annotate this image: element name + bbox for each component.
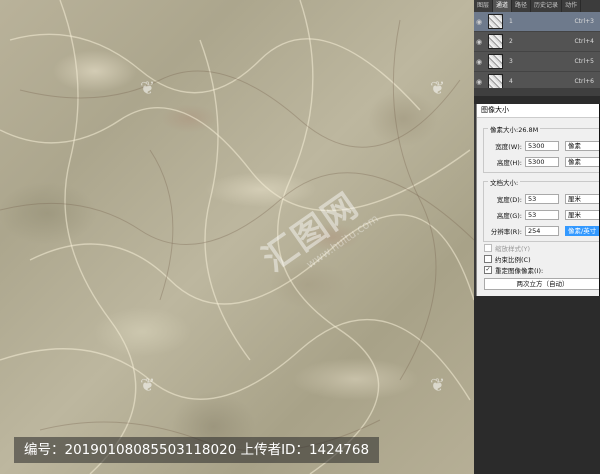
resolution-row: 分辨率(R): 254 像素/英寸 — [484, 226, 600, 236]
tab-layers[interactable]: 图层 — [474, 0, 494, 12]
doc-height-unit-select[interactable]: 厘米 — [565, 210, 600, 220]
document-size-group: 文档大小: 宽度(D): 53 厘米 高度(G): 53 厘米 分辨率(R): … — [483, 177, 600, 242]
pixel-dimensions-group: 像素大小:26.8M 宽度(W): 5300 像素 高度(H): 5300 像素 — [483, 124, 600, 173]
leaf-logo-icon: ❦ — [140, 375, 156, 396]
channel-row[interactable]: ◉ 3 Ctrl+5 — [474, 52, 600, 72]
pixel-height-row: 高度(H): 5300 像素 — [484, 157, 600, 167]
checkbox-box[interactable] — [484, 243, 492, 252]
panel-divider — [474, 96, 600, 104]
leaf-logo-icon: ❦ — [430, 375, 446, 396]
channel-thumbnail — [488, 54, 503, 69]
channel-shortcut: Ctrl+4 — [574, 38, 594, 45]
resample-label: 重定图像像素(I): — [495, 266, 544, 275]
doc-width-unit-select[interactable]: 厘米 — [565, 194, 600, 204]
doc-height-label: 高度(G): — [496, 212, 522, 220]
panel-tabs: 图层 通道 路径 历史记录 动作 — [474, 0, 600, 12]
pixel-width-label: 宽度(W): — [495, 143, 522, 151]
channel-name: 4 — [509, 78, 513, 85]
pixel-height-input[interactable]: 5300 — [525, 157, 559, 167]
channel-shortcut: Ctrl+3 — [574, 18, 594, 25]
channel-name: 3 — [509, 58, 513, 65]
image-id-caption: 编号：20190108085503118020 上传者ID：1424768 — [14, 437, 380, 463]
channel-name: 1 — [509, 18, 513, 25]
resample-checkbox[interactable]: ✓ 重定图像像素(I): — [484, 265, 544, 275]
pixel-height-unit-select[interactable]: 像素 — [565, 157, 600, 167]
channel-name: 2 — [509, 38, 513, 45]
doc-height-row: 高度(G): 53 厘米 — [484, 210, 600, 220]
channel-thumbnail — [488, 34, 503, 49]
scale-styles-checkbox[interactable]: 缩放样式(Y) — [484, 243, 531, 253]
channel-thumbnail — [488, 14, 503, 29]
eye-icon[interactable]: ◉ — [474, 58, 484, 66]
document-canvas[interactable]: ❦ ❦ ❦ ❦ 汇图网 www.huitu.com 编号：20190108085… — [0, 0, 474, 474]
resolution-unit-select[interactable]: 像素/英寸 — [565, 226, 600, 236]
doc-width-input[interactable]: 53 — [525, 194, 559, 204]
doc-width-row: 宽度(D): 53 厘米 — [484, 194, 600, 204]
channel-shortcut: Ctrl+6 — [574, 78, 594, 85]
pixel-width-input[interactable]: 5300 — [525, 141, 559, 151]
channel-row[interactable]: ◉ 2 Ctrl+4 — [474, 32, 600, 52]
marble-texture — [0, 0, 474, 474]
tab-channels[interactable]: 通道 — [493, 0, 513, 12]
doc-group-title: 文档大小: — [488, 177, 521, 187]
resample-method-select[interactable]: 两次立方（自动） — [484, 278, 600, 290]
dialog-title[interactable]: 图像大小 — [477, 104, 600, 118]
channels-panel: 图层 通道 路径 历史记录 动作 ◉ 1 Ctrl+3 ◉ 2 Ctrl+4 ◉… — [474, 0, 600, 96]
eye-icon[interactable]: ◉ — [474, 18, 484, 26]
pixel-height-label: 高度(H): — [496, 159, 522, 167]
checkbox-box[interactable] — [484, 254, 492, 263]
panel-footer — [474, 88, 600, 96]
pixel-width-unit-select[interactable]: 像素 — [565, 141, 600, 151]
eye-icon[interactable]: ◉ — [474, 38, 484, 46]
constrain-proportions-checkbox[interactable]: 约束比例(C) — [484, 254, 531, 264]
tab-history[interactable]: 历史记录 — [531, 0, 563, 12]
eye-icon[interactable]: ◉ — [474, 78, 484, 86]
constrain-label: 约束比例(C) — [495, 255, 531, 264]
checkmark-icon[interactable]: ✓ — [484, 265, 492, 274]
scale-styles-label: 缩放样式(Y) — [495, 244, 531, 253]
tab-actions[interactable]: 动作 — [562, 0, 582, 12]
doc-width-label: 宽度(D): — [496, 196, 522, 204]
tab-paths[interactable]: 路径 — [512, 0, 532, 12]
resolution-label: 分辨率(R): — [490, 228, 522, 236]
channel-shortcut: Ctrl+5 — [574, 58, 594, 65]
image-size-dialog: 图像大小 像素大小:26.8M 宽度(W): 5300 像素 高度(H): 53… — [476, 104, 600, 296]
workspace-background — [474, 296, 600, 474]
resolution-input[interactable]: 254 — [525, 226, 559, 236]
channel-row[interactable]: ◉ 1 Ctrl+3 — [474, 12, 600, 32]
pixel-width-row: 宽度(W): 5300 像素 — [484, 141, 600, 151]
leaf-logo-icon: ❦ — [430, 78, 446, 99]
doc-height-input[interactable]: 53 — [525, 210, 559, 220]
channel-thumbnail — [488, 74, 503, 89]
leaf-logo-icon: ❦ — [140, 78, 156, 99]
pixel-group-title: 像素大小:26.8M — [488, 124, 541, 134]
